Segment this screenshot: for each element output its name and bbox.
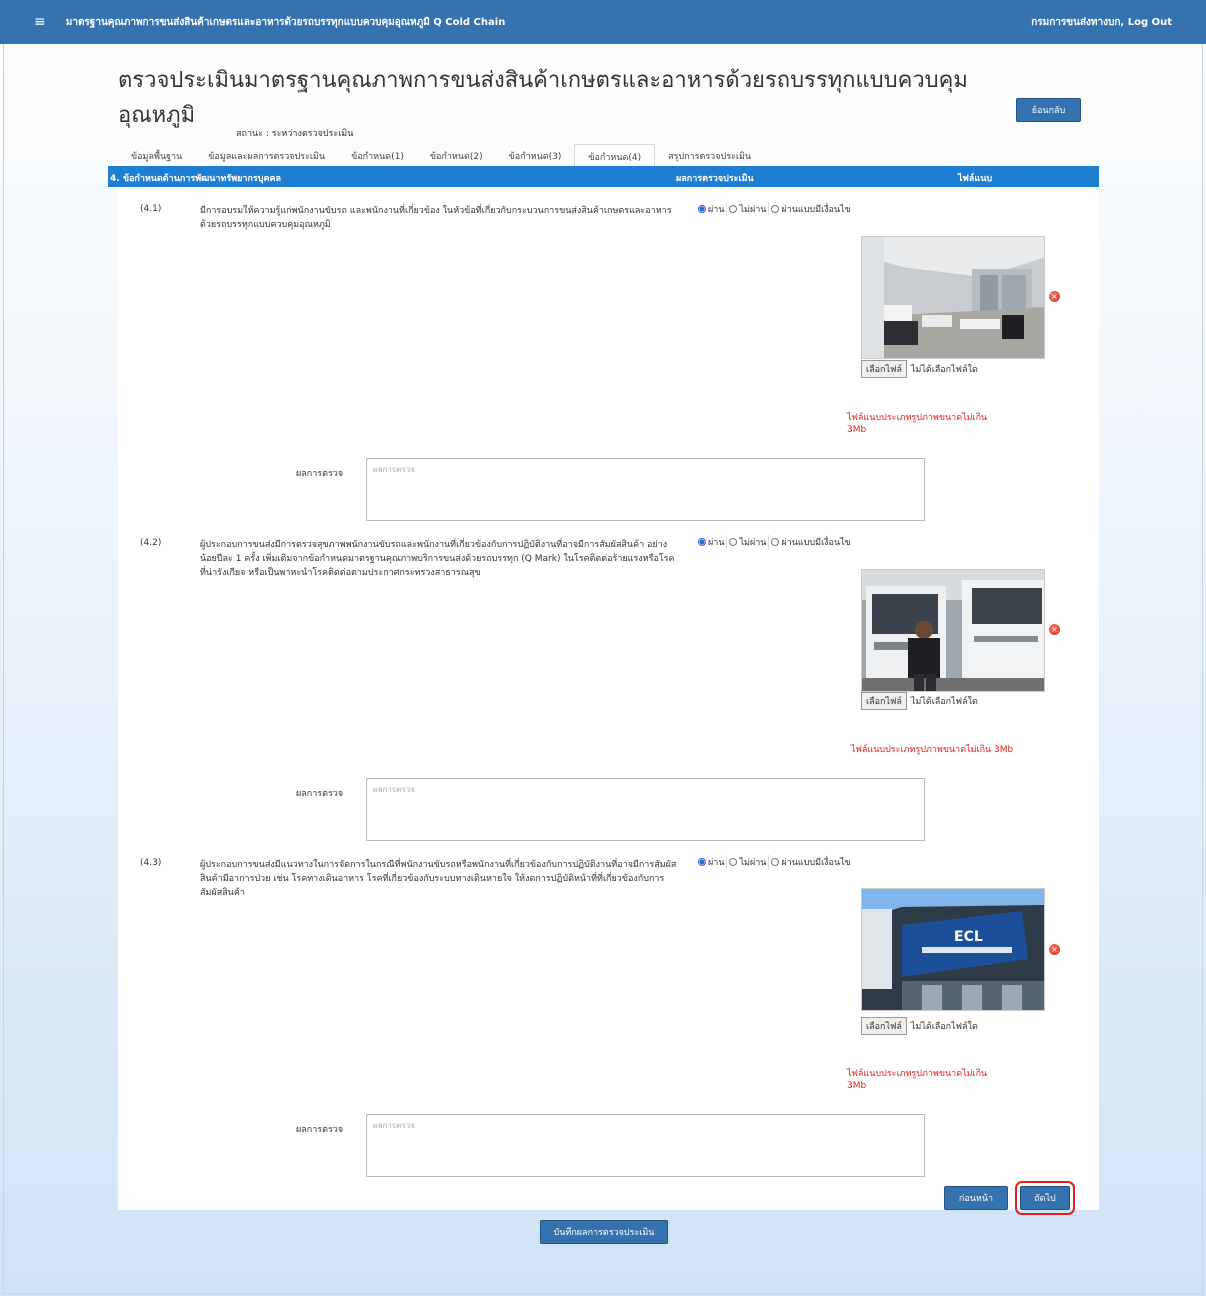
office-photo [861, 236, 1045, 359]
file-input[interactable]: เลือกไฟล์ ไม่ได้เลือกไฟล์ใด [861, 1017, 978, 1035]
radio-fail[interactable]: ไม่ผ่าน [729, 202, 770, 216]
tab-requirement-1[interactable]: ข้อกำหนด(1) [338, 144, 417, 166]
radio-pass-label: ผ่าน [708, 205, 725, 215]
truck-driver-photo [861, 569, 1045, 692]
radio-conditional-dot[interactable] [771, 858, 780, 866]
choose-file-button[interactable]: เลือกไฟล์ [861, 360, 907, 378]
radio-fail-label: ไม่ผ่าน [739, 858, 767, 868]
save-assessment-button[interactable]: บันทึกผลการตรวจประเมิน [540, 1220, 668, 1244]
radio-fail[interactable]: ไม่ผ่าน [729, 535, 770, 549]
building-sign-logo: ECL [954, 929, 983, 945]
tab-requirement-4[interactable]: ข้อกำหนด(4) [574, 144, 656, 166]
app-title: มาตรฐานคุณภาพการขนส่งสินค้าเกษตรและอาหาร… [65, 16, 506, 28]
radio-fail[interactable]: ไม่ผ่าน [729, 855, 770, 869]
building-photo: ECL [861, 888, 1045, 1011]
file-note: ไฟล์แนบประเภทรูปภาพขนาดไม่เกิน 3Mb [847, 413, 988, 435]
section-title: 4. ข้อกำหนดด้านการพัฒนาทรัพยากรบุคคล [110, 174, 282, 184]
item-number: (4.3) [140, 858, 162, 868]
radio-conditional-label: ผ่านแบบมีเงื่อนไข [781, 858, 851, 868]
radio-conditional[interactable]: ผ่านแบบมีเงื่อนไข [771, 855, 852, 869]
col-file-header: ไฟล์แนบ [958, 174, 993, 184]
section-header: 4. ข้อกำหนดด้านการพัฒนาทรัพยากรบุคคล ผลก… [108, 166, 1099, 187]
radio-pass[interactable]: ผ่าน [698, 855, 728, 869]
radio-fail-label: ไม่ผ่าน [739, 205, 767, 215]
result-radio-group: ผ่าน ไม่ผ่าน ผ่านแบบมีเงื่อนไข [698, 202, 853, 216]
file-input[interactable]: เลือกไฟล์ ไม่ได้เลือกไฟล์ใด [861, 692, 978, 710]
delete-photo-icon[interactable]: × [1049, 624, 1060, 635]
radio-pass-label: ผ่าน [708, 858, 725, 868]
file-note: ไฟล์แนบประเภทรูปภาพขนาดไม่เกิน 3Mb [847, 1069, 988, 1091]
tab-basic-info[interactable]: ข้อมูลพื้นฐาน [118, 144, 195, 166]
item-description: ผู้ประกอบการขนส่งมีแนวทางในการจัดการในกร… [200, 860, 677, 898]
radio-fail-dot[interactable] [729, 858, 738, 866]
tab-requirement-2[interactable]: ข้อกำหนด(2) [417, 144, 496, 166]
radio-pass-dot[interactable] [698, 538, 706, 546]
back-button[interactable]: ย้อนกลับ [1016, 98, 1081, 122]
item-number: (4.1) [140, 204, 162, 214]
radio-pass-label: ผ่าน [708, 538, 725, 548]
hamburger-menu-icon[interactable]: ≡ [34, 14, 46, 30]
result-radio-group: ผ่าน ไม่ผ่าน ผ่านแบบมีเงื่อนไข [698, 535, 853, 549]
file-status: ไม่ได้เลือกไฟล์ใด [910, 697, 978, 707]
page-title: ตรวจประเมินมาตรฐานคุณภาพการขนส่งสินค้าเก… [118, 68, 968, 128]
radio-pass-dot[interactable] [698, 205, 706, 213]
radio-conditional[interactable]: ผ่านแบบมีเงื่อนไข [771, 202, 852, 216]
delete-photo-icon[interactable]: × [1049, 944, 1060, 955]
tab-requirement-3[interactable]: ข้อกำหนด(3) [496, 144, 575, 166]
radio-fail-label: ไม่ผ่าน [739, 538, 767, 548]
item-number: (4.2) [140, 538, 162, 548]
result-textarea[interactable] [366, 1114, 925, 1177]
result-label: ผลการตรวจ [296, 469, 344, 479]
result-label: ผลการตรวจ [296, 1125, 344, 1135]
file-status: ไม่ได้เลือกไฟล์ใด [910, 1022, 978, 1032]
requirement-panel: 4. ข้อกำหนดด้านการพัฒนาทรัพยากรบุคคล ผลก… [108, 166, 1099, 1215]
user-logout-link[interactable]: กรมการขนส่งทางบก, Log Out [1031, 15, 1172, 30]
status-text: สถานะ : ระหว่างตรวจประเมิน [236, 129, 354, 139]
col-result-header: ผลการตรวจประเมิน [676, 174, 754, 184]
radio-conditional-label: ผ่านแบบมีเงื่อนไข [781, 538, 851, 548]
radio-pass[interactable]: ผ่าน [698, 535, 728, 549]
top-navbar: ≡ มาตรฐานคุณภาพการขนส่งสินค้าเกษตรและอาห… [0, 0, 1206, 44]
result-label: ผลการตรวจ [296, 789, 344, 799]
result-radio-group: ผ่าน ไม่ผ่าน ผ่านแบบมีเงื่อนไข [698, 855, 853, 869]
next-button[interactable]: ถัดไป [1015, 1181, 1075, 1215]
radio-pass[interactable]: ผ่าน [698, 202, 728, 216]
file-note: ไฟล์แนบประเภทรูปภาพขนาดไม่เกิน 3Mb [851, 745, 1014, 755]
radio-conditional[interactable]: ผ่านแบบมีเงื่อนไข [771, 535, 852, 549]
result-textarea[interactable] [366, 458, 925, 521]
item-description: มีการอบรมให้ความรู้แก่พนักงานขับรถ และพน… [200, 206, 672, 230]
radio-pass-dot[interactable] [698, 858, 706, 866]
tab-assessment-info[interactable]: ข้อมูลและผลการตรวจประเมิน [195, 144, 338, 166]
tab-bar: ข้อมูลพื้นฐาน ข้อมูลและผลการตรวจประเมิน … [118, 144, 764, 166]
file-input[interactable]: เลือกไฟล์ ไม่ได้เลือกไฟล์ใด [861, 360, 978, 378]
radio-conditional-dot[interactable] [771, 205, 780, 213]
tab-summary[interactable]: สรุปการตรวจประเมิน [655, 144, 764, 166]
file-status: ไม่ได้เลือกไฟล์ใด [910, 365, 978, 375]
choose-file-button[interactable]: เลือกไฟล์ [861, 1017, 907, 1035]
radio-fail-dot[interactable] [729, 205, 738, 213]
delete-photo-icon[interactable]: × [1049, 291, 1060, 302]
result-textarea[interactable] [366, 778, 925, 841]
radio-conditional-dot[interactable] [771, 538, 780, 546]
item-description: ผู้ประกอบการขนส่งมีการตรวจสุขภาพพนักงานข… [200, 540, 675, 578]
choose-file-button[interactable]: เลือกไฟล์ [861, 692, 907, 710]
radio-fail-dot[interactable] [729, 538, 738, 546]
radio-conditional-label: ผ่านแบบมีเงื่อนไข [781, 205, 851, 215]
previous-button[interactable]: ก่อนหน้า [944, 1186, 1008, 1210]
